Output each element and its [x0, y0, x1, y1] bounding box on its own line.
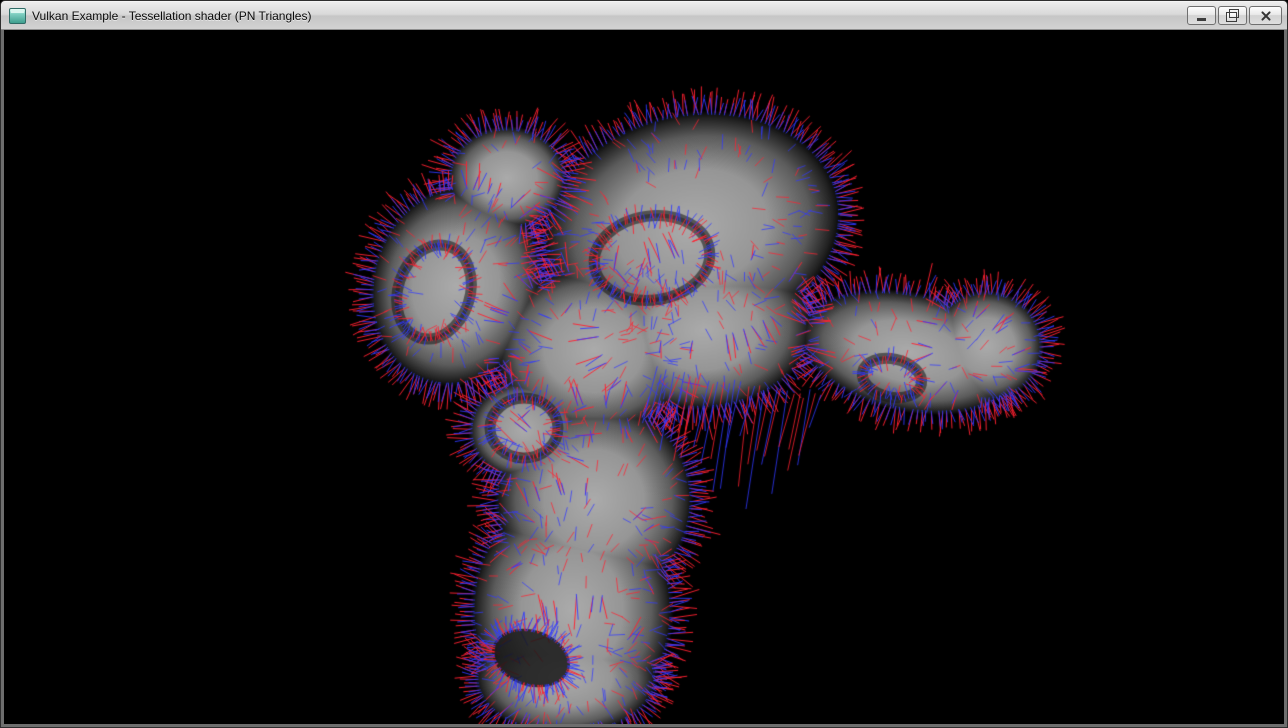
close-button[interactable]	[1249, 6, 1282, 25]
maximize-button[interactable]	[1218, 6, 1247, 25]
window-controls	[1185, 6, 1282, 25]
restore-icon	[1226, 12, 1237, 22]
app-icon	[9, 8, 26, 24]
viewport	[4, 30, 1284, 724]
close-icon	[1260, 10, 1272, 22]
viewport-canvas[interactable]	[4, 30, 1284, 724]
window-title: Vulkan Example - Tessellation shader (PN…	[32, 9, 311, 23]
minimize-button[interactable]	[1187, 6, 1216, 25]
app-window: Vulkan Example - Tessellation shader (PN…	[0, 0, 1288, 728]
minimize-icon	[1197, 18, 1206, 21]
titlebar[interactable]: Vulkan Example - Tessellation shader (PN…	[1, 1, 1287, 30]
